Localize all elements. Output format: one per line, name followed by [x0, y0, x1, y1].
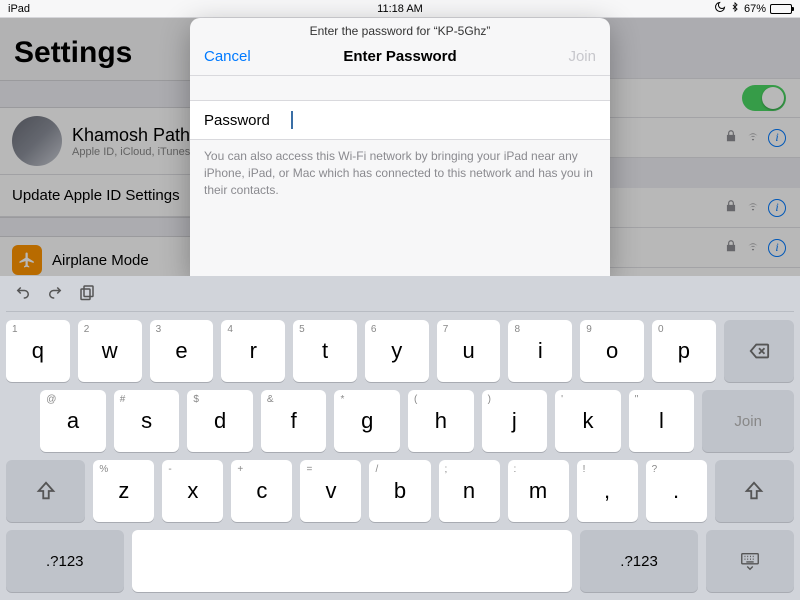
undo-icon[interactable]	[14, 283, 32, 306]
key-s[interactable]: #s	[114, 390, 180, 452]
wifi-icon	[746, 239, 760, 256]
clipboard-icon[interactable]	[78, 283, 96, 306]
key-b[interactable]: /b	[369, 460, 430, 522]
key-,[interactable]: !,	[577, 460, 638, 522]
airplane-icon	[12, 245, 42, 275]
modal-title: Enter Password	[343, 48, 456, 65]
key-h[interactable]: (h	[408, 390, 474, 452]
key-g[interactable]: *g	[334, 390, 400, 452]
key-i[interactable]: 8i	[508, 320, 572, 382]
key-w[interactable]: 2w	[78, 320, 142, 382]
shift-key[interactable]	[715, 460, 794, 522]
password-input[interactable]	[293, 112, 596, 129]
avatar	[12, 116, 62, 166]
numbers-key[interactable]: .?123	[6, 530, 124, 592]
info-icon[interactable]: i	[768, 199, 786, 217]
modal-hint: You can also access this Wi-Fi network b…	[190, 140, 610, 206]
redo-icon[interactable]	[46, 283, 64, 306]
bluetooth-icon	[730, 1, 740, 16]
battery-percent: 67%	[744, 3, 766, 15]
cancel-button[interactable]: Cancel	[204, 48, 264, 65]
lock-icon	[724, 129, 738, 146]
key-f[interactable]: &f	[261, 390, 327, 452]
key-z[interactable]: %z	[93, 460, 154, 522]
profile-sub: Apple ID, iCloud, iTunes &	[72, 146, 209, 158]
wifi-icon	[746, 129, 760, 146]
numbers-key[interactable]: .?123	[580, 530, 698, 592]
device-label: iPad	[8, 3, 30, 15]
modal-prompt: Enter the password for “KP-5Ghz”	[190, 18, 610, 42]
dismiss-keyboard-key[interactable]	[706, 530, 794, 592]
key-v[interactable]: =v	[300, 460, 361, 522]
wifi-switch[interactable]	[742, 85, 786, 111]
key-j[interactable]: )j	[482, 390, 548, 452]
virtual-keyboard: 1q2w3e4r5t6y7u8i9o0p @a#s$d&f*g(h)j'k"lJ…	[0, 276, 800, 600]
shift-key[interactable]	[6, 460, 85, 522]
backspace-key[interactable]	[724, 320, 794, 382]
key-u[interactable]: 7u	[437, 320, 501, 382]
key-r[interactable]: 4r	[221, 320, 285, 382]
status-bar: iPad 11:18 AM 67%	[0, 0, 800, 18]
info-icon[interactable]: i	[768, 239, 786, 257]
lock-icon	[724, 239, 738, 256]
wifi-password-modal: Enter the password for “KP-5Ghz” Cancel …	[190, 18, 610, 276]
password-row[interactable]: Password	[190, 100, 610, 140]
key-k[interactable]: 'k	[555, 390, 621, 452]
battery-icon	[770, 4, 792, 14]
key-o[interactable]: 9o	[580, 320, 644, 382]
info-icon[interactable]: i	[768, 129, 786, 147]
space-key[interactable]	[132, 530, 573, 592]
profile-name: Khamosh Pathak	[72, 125, 209, 146]
keyboard-toolbar	[6, 282, 794, 312]
key-q[interactable]: 1q	[6, 320, 70, 382]
lock-icon	[724, 199, 738, 216]
key-l[interactable]: "l	[629, 390, 695, 452]
key-p[interactable]: 0p	[652, 320, 716, 382]
key-t[interactable]: 5t	[293, 320, 357, 382]
key-e[interactable]: 3e	[150, 320, 214, 382]
key-.[interactable]: ?.	[646, 460, 707, 522]
clock: 11:18 AM	[0, 3, 800, 15]
key-x[interactable]: -x	[162, 460, 223, 522]
password-label: Password	[204, 112, 289, 129]
do-not-disturb-icon	[714, 1, 726, 16]
join-button[interactable]: Join	[536, 48, 596, 65]
key-d[interactable]: $d	[187, 390, 253, 452]
join-key[interactable]: Join	[702, 390, 794, 452]
wifi-icon	[746, 199, 760, 216]
key-n[interactable]: ;n	[439, 460, 500, 522]
key-a[interactable]: @a	[40, 390, 106, 452]
key-y[interactable]: 6y	[365, 320, 429, 382]
key-c[interactable]: +c	[231, 460, 292, 522]
key-m[interactable]: :m	[508, 460, 569, 522]
